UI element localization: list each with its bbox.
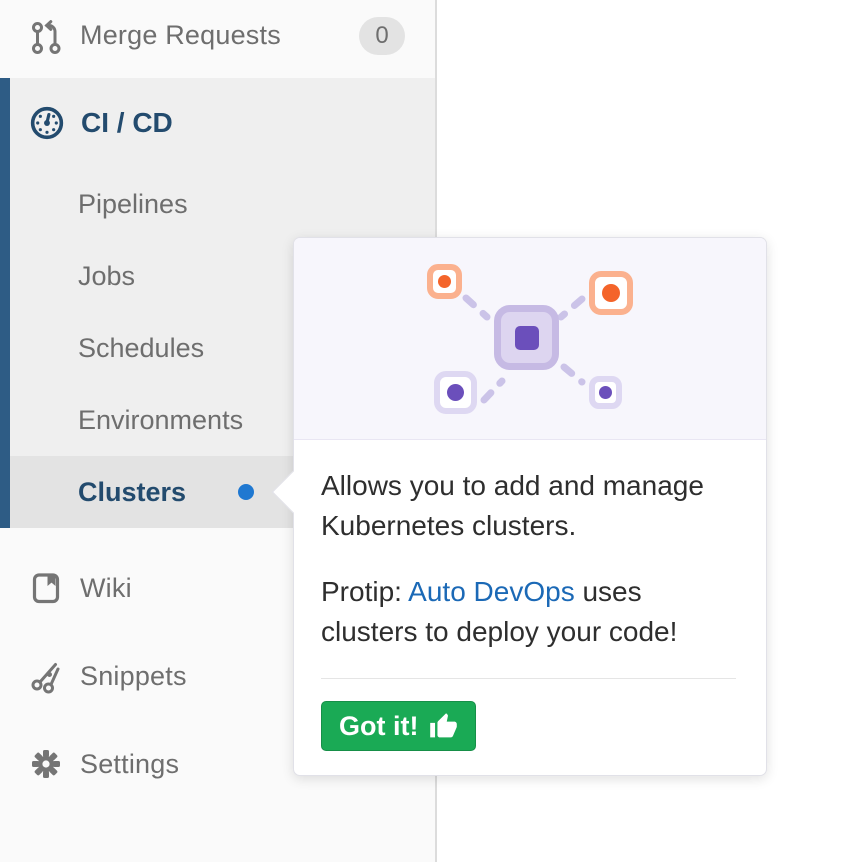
cluster-node-purple-large: [434, 371, 477, 414]
thumbs-up-icon: [429, 712, 458, 741]
cluster-node-center: [494, 305, 559, 370]
sidebar-item-cicd[interactable]: CI / CD: [10, 78, 435, 168]
book-icon: [28, 570, 64, 606]
scissors-icon: [28, 658, 64, 694]
clusters-feature-popover: Allows you to add and manage Kubernetes …: [293, 237, 767, 776]
sidebar-item-merge-requests[interactable]: Merge Requests 0: [0, 0, 435, 78]
cluster-node-purple-small: [589, 376, 622, 409]
merge-requests-count-badge: 0: [359, 17, 405, 55]
cluster-node-orange-large: [589, 271, 633, 315]
sidebar-item-label: Merge Requests: [80, 20, 281, 51]
popover-protip: Protip: Auto DevOps uses clusters to dep…: [321, 572, 736, 652]
sidebar-item-pipelines[interactable]: Pipelines: [10, 168, 435, 240]
gear-icon: [28, 746, 64, 782]
got-it-button-label: Got it!: [339, 711, 418, 742]
auto-devops-link[interactable]: Auto DevOps: [408, 576, 575, 607]
notification-blue-dot: [238, 484, 254, 500]
merge-request-icon: [28, 18, 64, 54]
got-it-button[interactable]: Got it!: [321, 701, 476, 751]
sidebar-item-label: CI / CD: [81, 107, 173, 139]
gauge-icon: [28, 104, 66, 142]
kubernetes-cluster-illustration: [294, 238, 766, 440]
popover-body: Allows you to add and manage Kubernetes …: [294, 440, 766, 775]
popover-description: Allows you to add and manage Kubernetes …: [321, 466, 736, 546]
cluster-node-orange-small: [427, 264, 462, 299]
